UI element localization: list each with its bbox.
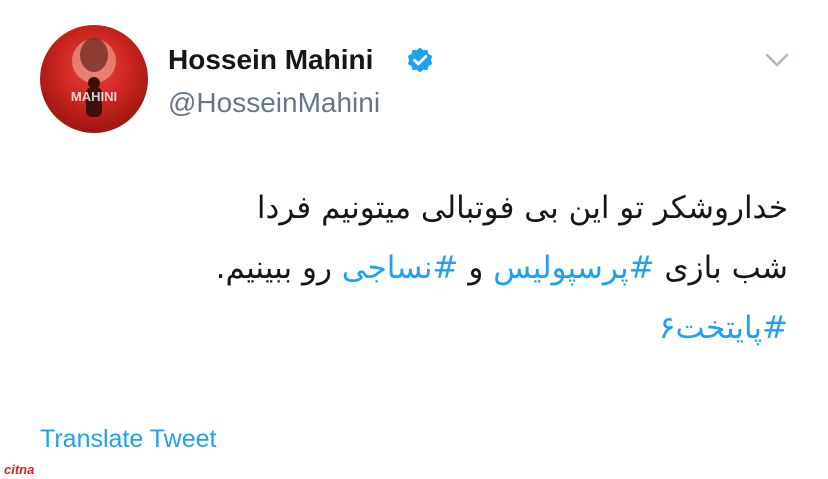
chevron-down-icon[interactable] — [764, 50, 790, 70]
tweet-text: خداروشکر تو این بی فوتبالی میتونیم فردا … — [28, 178, 788, 358]
tweet-text-fragment: شب بازی — [654, 250, 788, 286]
avatar-image: MAHINI — [71, 38, 117, 117]
tweet-text-fragment: و — [458, 250, 494, 286]
avatar[interactable]: MAHINI — [40, 25, 148, 133]
avatar-text: MAHINI — [71, 89, 117, 104]
tweet-text-line-2: شب بازی #پرسپولیس و #نساجی رو ببینیم. — [28, 238, 788, 298]
author-handle[interactable]: @HosseinMahini — [168, 86, 380, 120]
hashtag-link[interactable]: #پایتخت۶ — [659, 310, 788, 346]
tweet-card: MAHINI Hossein Mahini @HosseinMahini خدا… — [0, 0, 828, 479]
hashtag-link[interactable]: #پرسپولیس — [493, 250, 654, 286]
tweet-text-line-1: خداروشکر تو این بی فوتبالی میتونیم فردا — [256, 190, 788, 226]
tweet-text-fragment: رو ببینیم. — [215, 250, 342, 286]
verified-badge-icon — [407, 47, 433, 73]
hashtag-link[interactable]: #نساجی — [342, 250, 459, 286]
tweet-text-line-3: #پایتخت۶ — [28, 298, 788, 358]
watermark-logo: citna — [4, 462, 35, 477]
translate-tweet-link[interactable]: Translate Tweet — [40, 423, 216, 455]
author-name[interactable]: Hossein Mahini — [168, 42, 373, 78]
